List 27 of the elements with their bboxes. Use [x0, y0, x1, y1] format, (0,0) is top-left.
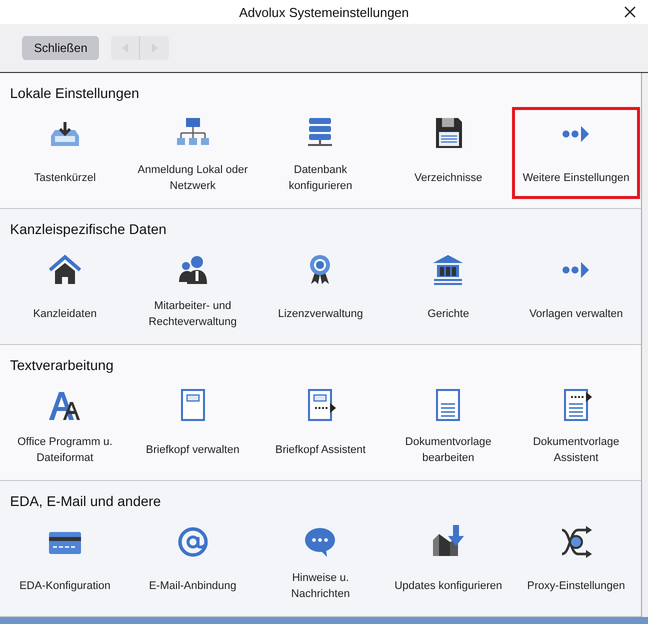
settings-item[interactable]: Office Programm u. Dateiformat [1, 379, 129, 471]
section-heading: Textverarbeitung [10, 357, 114, 373]
settings-item[interactable]: Briefkopf verwalten [128, 379, 257, 471]
settings-item[interactable]: Proxy-Einstellungen [512, 515, 640, 607]
settings-item[interactable]: Anmeldung Lokal oder Netzwerk [128, 107, 257, 199]
section-heading: Kanzleispezifische Daten [10, 221, 166, 237]
settings-item[interactable]: Dokumentvorlage bearbeiten [384, 379, 512, 471]
settings-item[interactable]: Kanzleidaten [1, 243, 129, 335]
settings-item[interactable]: Mitarbeiter- und Rechteverwaltung [128, 243, 257, 335]
settings-item[interactable]: Briefkopf Assistent [256, 379, 384, 471]
settings-item[interactable]: Gerichte [384, 243, 512, 335]
settings-item[interactable]: Verzeichnisse [384, 107, 512, 199]
settings-item[interactable]: Datenbank konfigurieren [256, 107, 384, 199]
settings-item[interactable]: Updates konfigurieren [384, 515, 512, 607]
settings-item[interactable]: E-Mail-Anbindung [128, 515, 257, 607]
close-icon[interactable] [624, 6, 636, 18]
settings-item[interactable]: EDA-Konfiguration [1, 515, 129, 607]
settings-item[interactable]: Lizenzverwaltung [256, 243, 384, 335]
settings-item[interactable]: Weitere Einstellungen [512, 107, 640, 199]
settings-item[interactable]: Vorlagen verwalten [512, 243, 640, 335]
window-title: Advolux Systemeinstellungen [239, 4, 409, 20]
close-button[interactable]: Schließen [22, 36, 100, 60]
settings-item[interactable]: Hinweise u. Nachrichten [256, 515, 384, 607]
section-heading: Lokale Einstellungen [10, 85, 140, 101]
settings-item[interactable]: Tastenkürzel [1, 107, 129, 199]
section-heading: EDA, E-Mail und andere [10, 493, 161, 509]
settings-item[interactable]: Dokumentvorlage Assistent [512, 379, 640, 471]
